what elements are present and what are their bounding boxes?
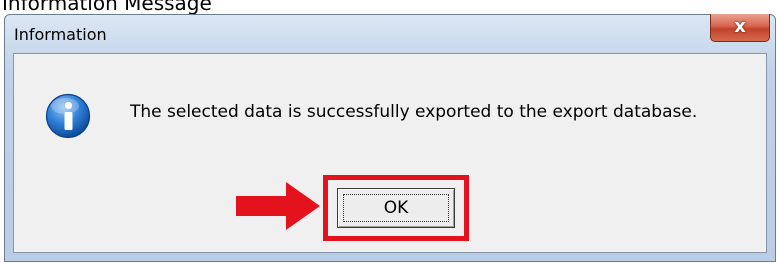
dialog-body: The selected data is successfully export… — [13, 53, 767, 253]
titlebar[interactable]: Information x — [5, 14, 775, 53]
close-icon: x — [734, 16, 746, 37]
information-dialog: Information x The selected data is succe… — [4, 14, 776, 262]
ok-button[interactable]: OK — [337, 188, 455, 228]
document-caption: Information Message — [2, 0, 212, 15]
right-arrow-icon — [236, 182, 320, 230]
info-icon — [45, 93, 91, 139]
dialog-title: Information — [14, 25, 107, 44]
message-text: The selected data is successfully export… — [130, 102, 698, 122]
ok-button-label: OK — [383, 198, 409, 218]
close-button[interactable]: x — [710, 14, 770, 42]
ok-button-highlight: OK — [323, 175, 469, 241]
